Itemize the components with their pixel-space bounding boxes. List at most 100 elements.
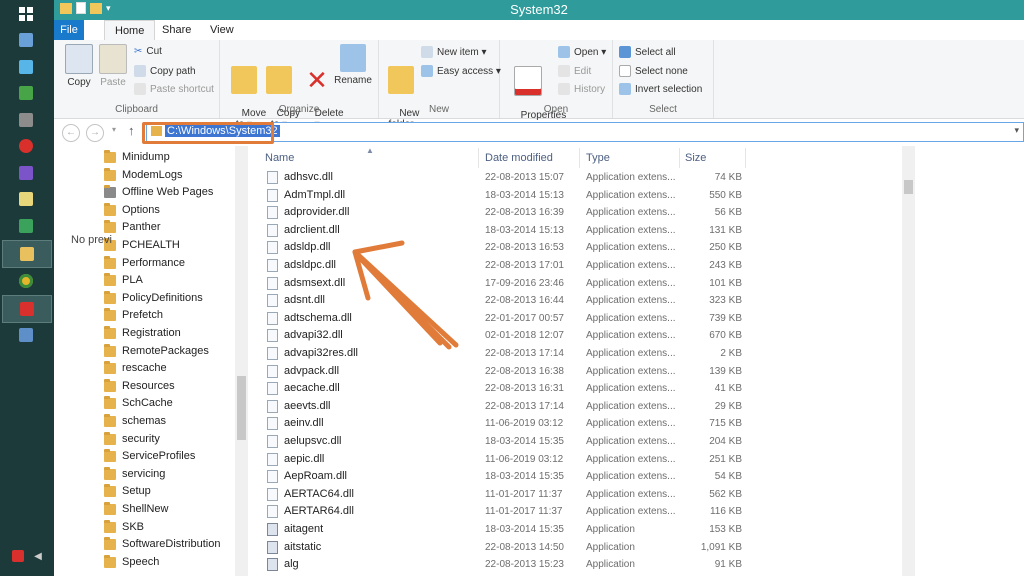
column-separator[interactable] (579, 148, 580, 168)
remote-desktop-icon[interactable] (13, 323, 39, 347)
easy-access-button[interactable]: Easy access ▾ (421, 65, 501, 77)
app-purple-icon[interactable] (13, 161, 39, 185)
chrome-icon[interactable] (13, 269, 39, 293)
nav-folder-item[interactable]: PLA (104, 272, 143, 289)
file-row[interactable]: AERTAR64.dll 11-01-2017 11:37 Application … (248, 503, 902, 521)
move-to-icon (231, 66, 257, 94)
file-row[interactable]: adrclient.dll 18-03-2014 15:13 Application… (248, 222, 902, 240)
file-row[interactable]: aeevts.dll 22-08-2013 17:14 Application ex… (248, 398, 902, 416)
speaker-icon[interactable]: ◀ (30, 548, 46, 564)
file-row[interactable]: advapi32res.dll 22-08-2013 17:14 Applicati… (248, 345, 902, 363)
nav-folder-item[interactable]: PolicyDefinitions (104, 290, 203, 307)
up-arrow-icon[interactable]: ↑ (128, 123, 135, 138)
green-app-icon[interactable] (13, 214, 39, 238)
file-row[interactable]: aeinv.dll 11-06-2019 03:12 Application ext… (248, 415, 902, 433)
nav-folder-item[interactable]: rescache (104, 360, 167, 377)
select-none-button[interactable]: Select none (619, 65, 688, 77)
vivaldi-icon[interactable] (2, 295, 52, 323)
file-row[interactable]: aecache.dll 22-08-2013 16:31 Application e… (248, 380, 902, 398)
file-list-scrollbar-thumb[interactable] (904, 180, 913, 194)
address-dropdown-icon[interactable]: ▾ (1014, 125, 1019, 136)
paste-button[interactable]: Paste (94, 44, 132, 88)
nav-folder-item[interactable]: security (104, 431, 160, 448)
vivaldi-tray-icon[interactable] (10, 548, 26, 564)
nav-folder-item[interactable]: Setup (104, 483, 151, 500)
nav-folder-item[interactable]: schemas (104, 413, 166, 430)
nav-folder-item[interactable]: SoftwareDistribution (104, 536, 220, 553)
nav-folder-item[interactable]: SKB (104, 519, 144, 536)
new-item-button[interactable]: New item ▾ (421, 46, 486, 58)
nav-folder-item[interactable]: Offline Web Pages (104, 184, 213, 201)
tab-home[interactable]: Home (104, 20, 156, 41)
file-row[interactable]: AERTAC64.dll 11-01-2017 11:37 Application … (248, 486, 902, 504)
nav-folder-item[interactable]: SchCache (104, 395, 173, 412)
pc-icon[interactable] (13, 28, 39, 52)
file-row[interactable]: advapi32.dll 02-01-2018 12:07 Application … (248, 327, 902, 345)
nav-folder-item[interactable]: Prefetch (104, 307, 163, 324)
nav-folder-item[interactable]: ShellNew (104, 501, 168, 518)
tab-file[interactable]: File (54, 20, 84, 40)
copy-path-button[interactable]: Copy path (134, 65, 196, 77)
file-list-scrollbar[interactable] (902, 146, 915, 576)
file-row[interactable]: aitstatic 22-08-2013 14:50 Application 1,09… (248, 539, 902, 557)
file-row[interactable]: adsmsext.dll 17-09-2016 23:46 Application … (248, 275, 902, 293)
column-header-size[interactable]: Size (685, 152, 706, 164)
tab-share[interactable]: Share (152, 20, 201, 40)
file-row[interactable]: adsldpc.dll 22-08-2013 17:01 Application e… (248, 257, 902, 275)
file-row[interactable]: alg 22-08-2013 15:23 Application 91 KB (248, 556, 902, 574)
file-row[interactable]: adtschema.dll 22-01-2017 00:57 Application… (248, 310, 902, 328)
history-button[interactable]: History (558, 83, 605, 95)
forward-button[interactable]: → (86, 124, 104, 142)
file-row[interactable]: adsldp.dll 22-08-2013 16:53 Application ex… (248, 239, 902, 257)
file-row[interactable]: adhsvc.dll 22-08-2013 15:07 Application ex… (248, 169, 902, 187)
cut-button[interactable]: ✂ Cut (134, 46, 162, 57)
tab-view[interactable]: View (200, 20, 244, 40)
nav-folder-item[interactable]: ModemLogs (104, 167, 183, 184)
copy-button[interactable]: Copy (60, 44, 98, 88)
column-header-date[interactable]: Date modified (485, 152, 553, 164)
column-header-name[interactable]: Name (265, 152, 294, 164)
nav-folder-item[interactable]: Options (104, 202, 160, 219)
open-button[interactable]: Open ▾ (558, 46, 606, 58)
nav-scrollbar[interactable] (235, 146, 248, 576)
paste-shortcut-button[interactable]: Paste shortcut (134, 83, 214, 95)
edit-button[interactable]: Edit (558, 65, 591, 77)
column-header-type[interactable]: Type (586, 152, 610, 164)
column-separator[interactable] (745, 148, 746, 168)
nav-folder-item[interactable]: ServiceProfiles (104, 448, 195, 465)
nav-folder-item[interactable]: PCHEALTH (104, 237, 180, 254)
column-separator[interactable] (478, 148, 479, 168)
tools-icon[interactable] (13, 108, 39, 132)
file-row[interactable]: advpack.dll 22-08-2013 16:38 Application e… (248, 363, 902, 381)
file-row[interactable]: adsnt.dll 22-08-2013 16:44 Application ext… (248, 292, 902, 310)
address-bar[interactable]: C:\Windows\System32 ▾ (146, 122, 1024, 142)
file-row[interactable]: AdmTmpl.dll 18-03-2014 15:13 Application e… (248, 187, 902, 205)
back-button[interactable]: ← (62, 124, 80, 142)
nav-folder-item[interactable]: Registration (104, 325, 181, 342)
file-row[interactable]: adprovider.dll 22-08-2013 16:39 Applicatio… (248, 204, 902, 222)
column-separator[interactable] (679, 148, 680, 168)
invert-selection-button[interactable]: Invert selection (619, 83, 702, 95)
file-row[interactable]: aelupsvc.dll 18-03-2014 15:35 Application … (248, 433, 902, 451)
file-row[interactable]: AepRoam.dll 18-03-2014 15:35 Application e… (248, 468, 902, 486)
select-all-button[interactable]: Select all (619, 46, 676, 58)
network-icon[interactable] (13, 55, 39, 79)
recent-locations-icon[interactable]: ▾ (112, 125, 116, 134)
spreadsheet-icon[interactable] (13, 81, 39, 105)
nav-folder-item[interactable]: servicing (104, 466, 165, 483)
nav-folder-item[interactable]: Performance (104, 255, 185, 272)
file-type: Application extens... (586, 453, 676, 465)
nav-folder-item[interactable]: RemotePackages (104, 343, 209, 360)
opera-icon[interactable] (13, 134, 39, 158)
nav-folder-item[interactable]: Minidump (104, 149, 170, 166)
file-explorer-icon[interactable] (2, 240, 52, 268)
nav-folder-item[interactable]: Speech (104, 554, 159, 571)
windows-start-icon[interactable] (13, 2, 39, 26)
nav-scrollbar-thumb[interactable] (237, 376, 246, 440)
file-row[interactable]: aepic.dll 11-06-2019 03:12 Application ext… (248, 451, 902, 469)
nav-folder-item[interactable]: Panther (104, 219, 161, 236)
rename-button[interactable]: Rename (334, 44, 372, 86)
nav-folder-item[interactable]: Resources (104, 378, 175, 395)
notepad-icon[interactable] (13, 187, 39, 211)
file-row[interactable]: aitagent 18-03-2014 15:35 Application 153 K… (248, 521, 902, 539)
